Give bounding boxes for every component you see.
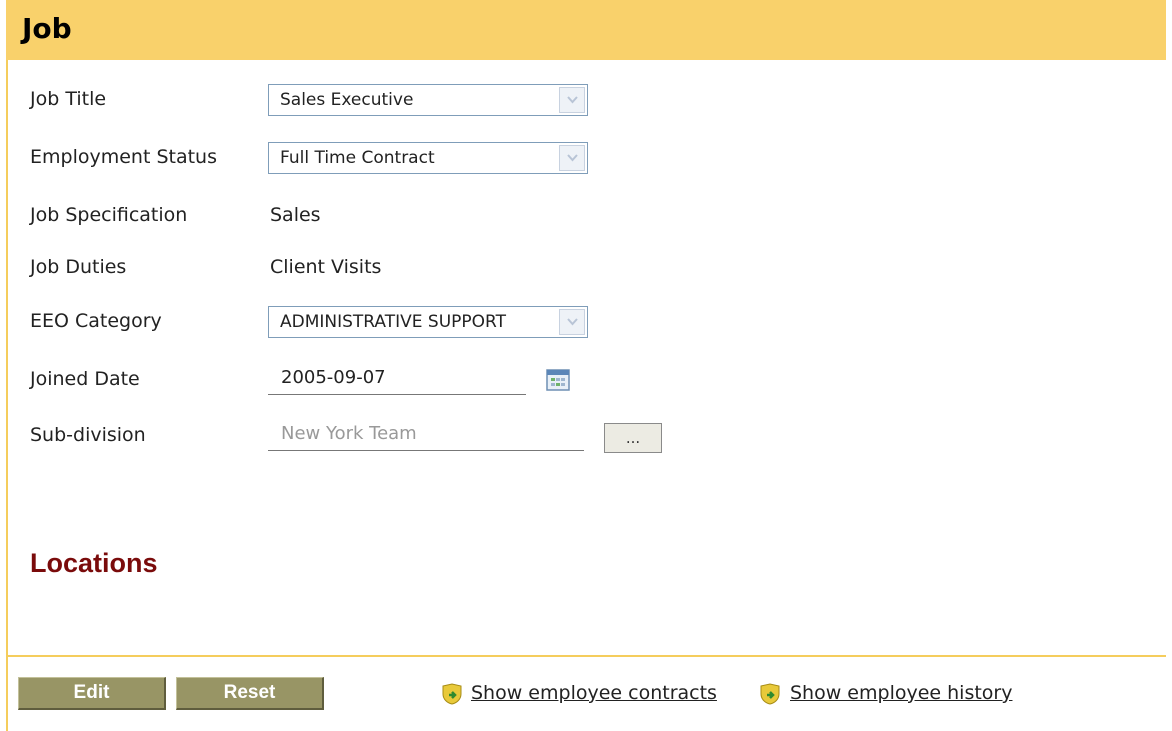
job-title-label: Job Title: [30, 88, 107, 110]
sub-division-input: New York Team: [268, 420, 584, 451]
joined-date-label: Joined Date: [30, 368, 140, 390]
section-header: Job: [6, 0, 1166, 60]
chevron-down-icon[interactable]: [559, 145, 585, 171]
joined-date-input[interactable]: 2005-09-07: [268, 364, 526, 395]
sub-division-label: Sub-division: [30, 424, 146, 446]
divider: [8, 655, 1166, 657]
eeo-category-select[interactable]: ADMINISTRATIVE SUPPORT: [268, 306, 588, 338]
calendar-icon[interactable]: [546, 368, 570, 392]
job-duties-value: Client Visits: [270, 256, 382, 278]
job-title-value: Sales Executive: [280, 90, 414, 110]
joined-date-value: 2005-09-07: [281, 367, 386, 388]
reset-button[interactable]: Reset: [176, 677, 324, 710]
employment-status-select[interactable]: Full Time Contract: [268, 142, 588, 174]
chevron-down-icon[interactable]: [559, 87, 585, 113]
chevron-down-icon[interactable]: [559, 309, 585, 335]
edit-button[interactable]: Edit: [18, 677, 166, 710]
eeo-category-label: EEO Category: [30, 310, 162, 332]
show-employee-history-link[interactable]: Show employee history: [790, 682, 1012, 704]
contracts-link-icon: [440, 682, 464, 706]
employment-status-label: Employment Status: [30, 146, 217, 168]
sub-division-value: New York Team: [281, 423, 417, 444]
job-specification-label: Job Specification: [30, 204, 188, 226]
page-title: Job: [22, 12, 72, 45]
eeo-category-value: ADMINISTRATIVE SUPPORT: [280, 312, 506, 332]
job-title-select[interactable]: Sales Executive: [268, 84, 588, 116]
browse-sub-division-button[interactable]: ...: [604, 423, 662, 453]
history-link-icon: [758, 682, 782, 706]
job-duties-label: Job Duties: [30, 256, 127, 278]
locations-title: Locations: [30, 548, 158, 578]
show-employee-contracts-link[interactable]: Show employee contracts: [471, 682, 717, 704]
employment-status-value: Full Time Contract: [280, 148, 435, 168]
job-specification-value: Sales: [270, 204, 321, 226]
